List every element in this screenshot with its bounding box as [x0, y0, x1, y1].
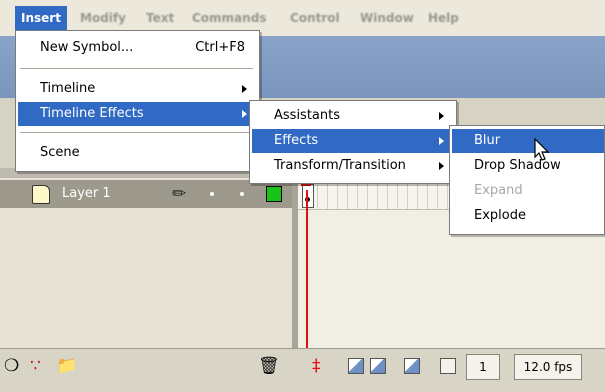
explode-item[interactable]: Explode	[452, 204, 600, 228]
blur-item[interactable]: Blur	[452, 129, 604, 153]
add-motion-guide-icon[interactable]: ∵	[30, 356, 41, 376]
expand-item: Expand	[452, 179, 600, 203]
submenu-arrow-icon	[439, 112, 444, 120]
add-folder-icon[interactable]: 📁	[56, 356, 77, 376]
onion-skin-outlines-icon[interactable]	[370, 358, 386, 374]
scene-item[interactable]: Scene	[18, 141, 255, 165]
timeline-effects-item[interactable]: Timeline Effects	[18, 102, 255, 126]
explode-label: Explode	[474, 208, 526, 223]
timeline-item[interactable]: Timeline	[18, 77, 255, 101]
lock-dot[interactable]	[240, 192, 244, 196]
new-symbol-item[interactable]: New Symbol... Ctrl+F8	[18, 36, 255, 60]
blur-label: Blur	[474, 133, 501, 148]
layer-row[interactable]: Layer 1 ✏	[0, 180, 292, 208]
effects-item[interactable]: Effects	[252, 129, 452, 153]
new-symbol-label: New Symbol...	[40, 40, 134, 55]
menu-window[interactable]: Window	[360, 8, 414, 28]
menu-separator	[20, 132, 253, 133]
outline-color-box[interactable]	[266, 186, 282, 202]
menu-separator	[20, 68, 253, 69]
scene-label: Scene	[40, 145, 80, 160]
timeline-effects-label: Timeline Effects	[40, 106, 144, 121]
menu-help[interactable]: Help	[428, 8, 459, 28]
transform-transition-label: Transform/Transition	[274, 158, 406, 173]
new-symbol-shortcut: Ctrl+F8	[195, 40, 245, 55]
layer-name: Layer 1	[62, 186, 111, 201]
menu-control[interactable]: Control	[290, 8, 340, 28]
menu-text[interactable]: Text	[146, 8, 174, 28]
timeline-effects-submenu: Assistants Effects Transform/Transition	[249, 100, 457, 184]
submenu-arrow-icon	[242, 85, 247, 93]
trash-icon[interactable]: 🗑	[258, 356, 280, 376]
transform-transition-item[interactable]: Transform/Transition	[252, 154, 452, 178]
insert-menu: New Symbol... Ctrl+F8 Timeline Timeline …	[15, 30, 260, 172]
keyframe[interactable]	[302, 184, 314, 208]
onion-skin-icon[interactable]	[348, 358, 364, 374]
submenu-arrow-icon	[439, 162, 444, 170]
layer-icon	[32, 185, 50, 204]
effects-label: Effects	[274, 133, 319, 148]
submenu-arrow-icon	[242, 110, 247, 118]
mouse-pointer-icon	[534, 138, 550, 161]
frame-rate-field: 12.0 fps	[514, 354, 582, 380]
assistants-item[interactable]: Assistants	[252, 104, 452, 128]
center-frame-icon[interactable]: ‡	[312, 356, 321, 376]
effects-submenu: Blur Drop Shadow Expand Explode	[449, 125, 605, 235]
modify-onion-markers-icon[interactable]	[440, 358, 456, 374]
drop-shadow-item[interactable]: Drop Shadow	[452, 154, 600, 178]
expand-label: Expand	[474, 183, 523, 198]
timeline-label: Timeline	[40, 81, 96, 96]
menu-modify[interactable]: Modify	[80, 8, 126, 28]
current-frame-field: 1	[466, 354, 500, 380]
pencil-icon[interactable]: ✏	[172, 184, 186, 204]
playhead[interactable]	[306, 190, 308, 348]
assistants-label: Assistants	[274, 108, 340, 123]
submenu-arrow-icon	[439, 137, 444, 145]
menu-commands[interactable]: Commands	[192, 8, 266, 28]
visibility-dot[interactable]	[210, 192, 214, 196]
add-layer-icon[interactable]: ❍	[4, 356, 19, 376]
edit-multiple-frames-icon[interactable]	[404, 358, 420, 374]
menu-insert[interactable]: Insert	[15, 6, 67, 30]
